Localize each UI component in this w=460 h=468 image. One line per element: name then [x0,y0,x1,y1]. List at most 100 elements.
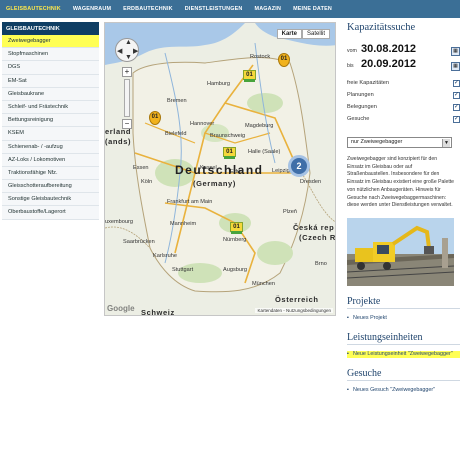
filter-checkboxes: freie Kapazitäten ✓ Planungen ✓ Belegung… [347,77,460,125]
map-country-schweiz: Schweiz [141,308,175,316]
map-type-karte-button[interactable]: Karte [276,29,302,39]
category-description: Zweiwegebagger sind konzipiert für den E… [347,156,455,209]
map-pan-control[interactable]: ▲ ▼ ◀ ▶ [115,38,139,62]
sidebar-item-gleisbaukrane[interactable]: Gleisbaukrane [2,87,99,101]
nav-magazin[interactable]: MAGAZIN [255,6,282,12]
map-country-czech: Česká rep [293,223,335,232]
map-country-germany: (Germany) [193,179,236,188]
search-title: Kapazitätssuche [347,22,416,33]
map-city-luxembourg: uxembourg [105,219,133,225]
section-leistungseinheiten-title: Leistungseinheiten [347,332,460,345]
checkbox-label: Planungen [347,92,374,98]
zoom-in-button[interactable]: + [122,67,132,77]
checkbox-freie-kapazitaeten[interactable]: ✓ [453,79,460,87]
map-type-satellit-button[interactable]: Satellit [301,29,330,39]
map-country-czech-sub: (Czech Re [299,233,336,242]
sidebar-item-traktionsfaehige-nfz[interactable]: Traktionsfähige Nfz. [2,166,99,181]
map-cluster-marker[interactable]: 2 [288,155,310,177]
nav-erdbautechnik[interactable]: ERDBAUTECHNIK [123,6,173,12]
checkbox-label: Gesuche [347,116,370,122]
zoom-slider[interactable] [124,79,130,117]
pan-up-icon[interactable]: ▲ [125,39,132,46]
sidebar-item-stopfmaschinen[interactable]: Stopfmaschinen [2,48,99,62]
map-city-hamburg: Hamburg [207,81,231,87]
pan-left-icon[interactable]: ◀ [117,47,122,55]
map-marker-box[interactable]: 01 [230,222,243,234]
sidebar-item-zweiwegebagger[interactable]: Zweiwegebagger [2,35,99,49]
map-type-control: Karte Satellit [276,29,330,39]
sidebar-item-gleisschotter[interactable]: Gleisschotteraufbereitung [2,180,99,194]
pan-down-icon[interactable]: ▼ [125,54,132,61]
map-city-dresden: Dresden [300,179,322,185]
link-neues-gesuch[interactable]: Neues Gesuch "Zweiwegebagger" [347,387,460,394]
sidebar-item-dgs[interactable]: DGS [2,61,99,75]
map-city-halle: Halle (Saale) [248,149,281,155]
filter-freie-kapazitaeten: freie Kapazitäten ✓ [347,77,460,89]
nav-meine-daten[interactable]: MEINE DATEN [293,6,332,12]
date-from-row: vom 30.08.2012 ▦ [347,43,460,56]
zoom-out-button[interactable]: − [122,119,132,129]
map-city-essen: Essen [133,165,149,171]
sidebar: GLEISBAUTECHNIK Zweiwegebagger Stopfmasc… [2,22,99,220]
sidebar-header: GLEISBAUTECHNIK [2,22,99,35]
calendar-icon[interactable]: ▦ [451,47,460,56]
map-city-muenchen: München [252,281,276,287]
link-neues-projekt[interactable]: Neues Projekt [347,315,460,322]
sidebar-item-az-loks[interactable]: AZ-Loks / Lokomotiven [2,153,99,167]
category-select[interactable]: nur Zweiwegebagger ▼ [347,137,452,148]
nav-gleisbautechnik[interactable]: GLEISBAUTECHNIK [6,6,61,12]
product-photo [347,217,454,286]
map-marker-box[interactable]: 01 [243,70,256,82]
checkbox-gesuche[interactable]: ✓ [453,115,460,123]
map-city-frankfurt: Frankfurt am Main [167,199,213,205]
date-to-value[interactable]: 20.09.2012 [361,58,448,70]
nav-dienstleistungen[interactable]: DIENSTLEISTUNGEN [185,6,243,12]
date-from-label: vom [347,48,357,54]
sidebar-item-bettungsreinigung[interactable]: Bettungsreinigung [2,114,99,128]
right-panel: Kapazitätssuche vom 30.08.2012 ▦ bis 20.… [347,22,460,394]
date-from-value[interactable]: 30.08.2012 [361,43,448,55]
chevron-down-icon[interactable]: ▼ [442,139,450,147]
map-city-plzen: Plzeň [283,209,297,215]
map-city-braunschweig: Braunschweig [210,133,246,139]
filter-planungen: Planungen ✓ [347,89,460,101]
nav-wagenraum[interactable]: WAGENRAUM [73,6,111,12]
map-city-magdeburg: Magdeburg [245,123,274,129]
map-city-bielefeld: Bielefeld [165,131,187,137]
map-city-mannheim: Mannheim [170,221,197,227]
map-marker-box[interactable]: 01 [223,147,236,159]
sidebar-item-schleif-fraestechnik[interactable]: Schleif- und Frästechnik [2,100,99,115]
pan-right-icon[interactable]: ▶ [133,47,138,55]
map-city-karlsruhe: Karlsruhe [153,253,177,259]
map-city-leipzig: Leipzig [272,168,290,174]
sidebar-item-ksem[interactable]: KSEM [2,127,99,141]
excavator-photo [347,217,454,286]
filter-belegungen: Belegungen ✓ [347,101,460,113]
category-select-value: nur Zweiwegebagger [351,139,403,145]
calendar-icon[interactable]: ▦ [451,62,460,71]
map-city-nuernberg: Nürnberg [223,237,247,243]
top-navigation: GLEISBAUTECHNIK WAGENRAUM ERDBAUTECHNIK … [0,0,460,18]
date-to-row: bis 20.09.2012 ▦ [347,58,460,71]
map-attribution[interactable]: Kartendaten - Nutzungsbedingungen [255,308,333,313]
sidebar-item-schienenaufzug[interactable]: Schienenab- / -aufzug [2,140,99,154]
checkbox-belegungen[interactable]: ✓ [453,103,460,111]
checkbox-planungen[interactable]: ✓ [453,91,460,99]
date-to-label: bis [347,63,354,69]
map-country-netherlands-sub: (ands) [105,137,132,146]
date-range: vom 30.08.2012 ▦ bis 20.09.2012 ▦ [347,43,460,71]
map-city-brno: Brno [315,261,327,267]
checkbox-label: freie Kapazitäten [347,80,389,86]
map[interactable]: Rostock Hamburg Bremen Hannover Magdebur… [104,22,336,316]
map-country-deutschland: Deutschland [175,163,264,177]
sidebar-item-em-sat[interactable]: EM-Sat [2,74,99,88]
map-city-bremen: Bremen [167,98,187,104]
section-gesuche-title: Gesuche [347,368,460,381]
map-city-augsburg: Augsburg [223,267,247,273]
checkbox-label: Belegungen [347,104,377,110]
sidebar-item-sonstige[interactable]: Sonstige Gleisbautechnik [2,193,99,207]
sidebar-item-oberbaustoffe[interactable]: Oberbaustoffe/Lagerort [2,206,99,220]
map-city-stuttgart: Stuttgart [172,267,194,273]
link-neue-leistungseinheit[interactable]: Neue Leistungseinheit "Zweiwegebagger" [347,350,460,358]
map-city-saarbruecken: Saarbrücken [123,239,155,245]
